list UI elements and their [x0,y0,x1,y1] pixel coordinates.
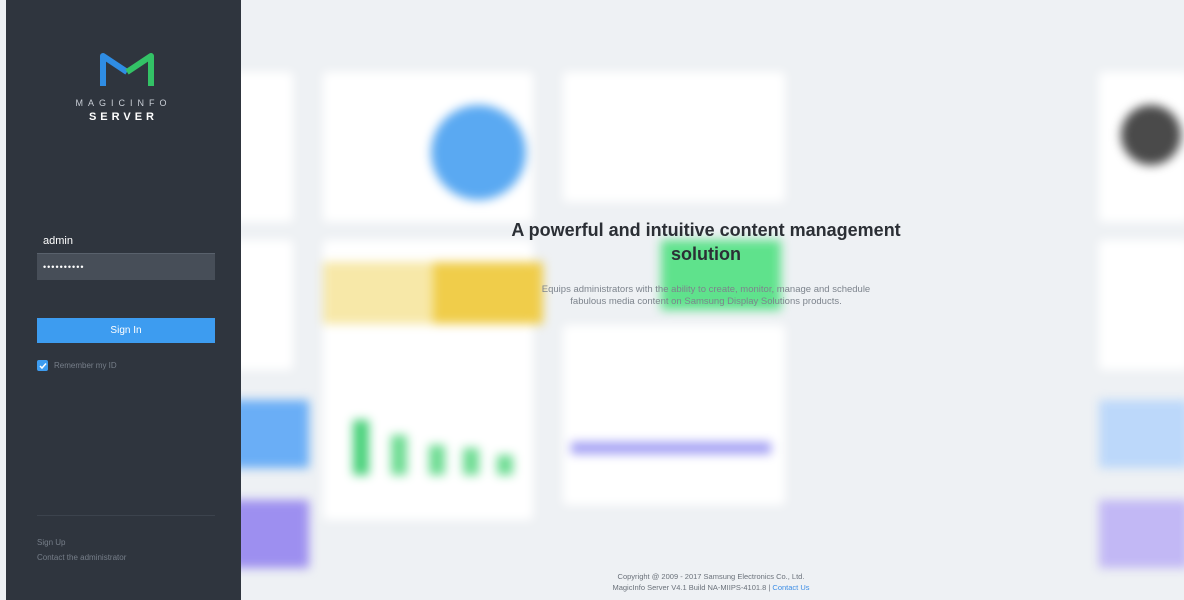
check-icon [38,362,47,369]
password-field[interactable]: •••••••••• [37,254,215,280]
contact-us-link[interactable]: Contact Us [772,583,809,592]
hero-subtitle: Equips administrators with the ability t… [541,284,871,307]
dashboard-background: A powerful and intuitive content managem… [241,0,1184,600]
build-info: MagicInfo Server V4.1 Build NA-MIIPS-410… [541,582,881,593]
sign-up-link[interactable]: Sign Up [37,538,65,547]
build-text: MagicInfo Server V4.1 Build NA-MIIPS-410… [612,583,771,592]
sign-in-button[interactable]: Sign In [37,318,215,343]
username-field[interactable]: admin [37,228,215,254]
brand-name: MAGICINFO [75,98,172,108]
login-panel: MAGICINFO SERVER admin •••••••••• Sign I… [6,0,241,600]
panel-divider [37,515,215,516]
remember-label: Remember my ID [54,361,117,370]
remember-checkbox[interactable] [37,360,48,371]
magicinfo-m-logo-icon [100,53,154,86]
brand-subname: SERVER [88,111,159,123]
hero-overlay: A powerful and intuitive content managem… [241,0,1184,600]
footer-copyright: Copyright @ 2009 - 2017 Samsung Electron… [541,571,881,593]
copyright-text: Copyright @ 2009 - 2017 Samsung Electron… [617,572,805,581]
remember-my-id[interactable]: Remember my ID [37,360,117,371]
hero-title: A powerful and intuitive content managem… [511,220,901,264]
contact-administrator-link[interactable]: Contact the administrator [37,553,126,562]
